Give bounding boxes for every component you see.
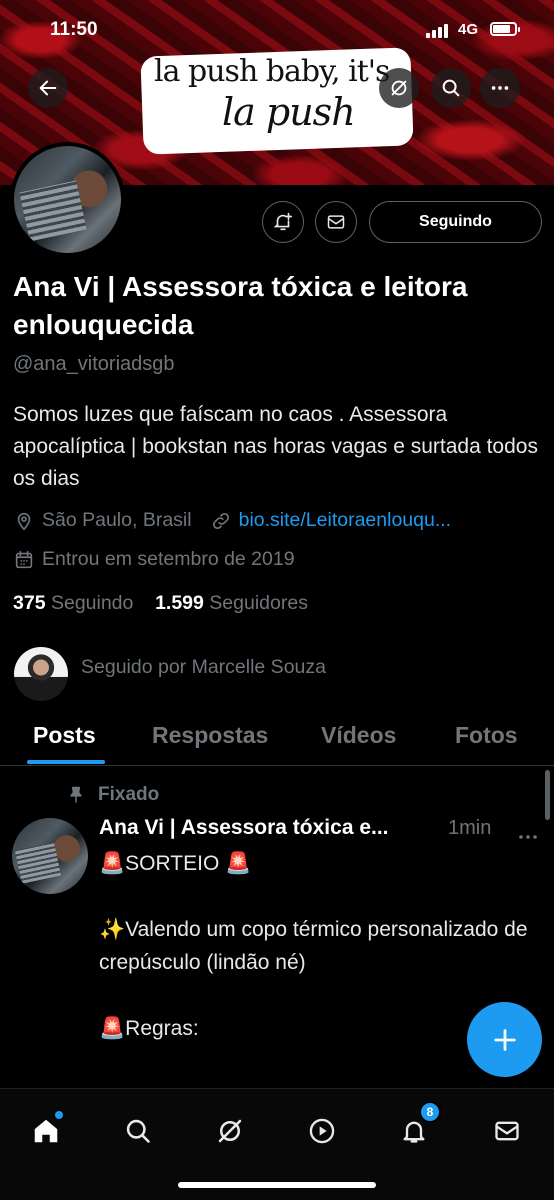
profile-joined: Entrou em setembro de 2019 bbox=[42, 548, 295, 570]
nav-explore[interactable] bbox=[116, 1109, 160, 1153]
following-label: Seguindo bbox=[50, 592, 134, 614]
post-more-button[interactable] bbox=[518, 828, 538, 846]
followers-count-link[interactable]: 1.599 Seguidores bbox=[155, 592, 308, 614]
mail-icon bbox=[327, 215, 345, 229]
banner-text-line2: la push bbox=[222, 90, 356, 134]
nav-grok[interactable] bbox=[208, 1109, 252, 1153]
grok-button[interactable] bbox=[379, 68, 419, 108]
pin-icon bbox=[70, 786, 82, 803]
post-time: 1min bbox=[448, 817, 492, 839]
profile-avatar[interactable] bbox=[10, 142, 125, 257]
message-button[interactable] bbox=[315, 201, 357, 243]
profile-meta-row: São Paulo, Brasil bio.site/Leitoraenlouq… bbox=[13, 509, 451, 532]
back-arrow-icon bbox=[39, 80, 57, 96]
status-time: 11:50 bbox=[50, 19, 98, 40]
active-tab-indicator bbox=[27, 760, 105, 764]
tab-videos[interactable]: Vídeos bbox=[321, 722, 396, 749]
home-unread-dot bbox=[55, 1111, 63, 1119]
link-icon bbox=[212, 512, 229, 529]
profile-bio: Somos luzes que faíscam no caos . Assess… bbox=[13, 403, 538, 490]
messages-icon bbox=[495, 1121, 519, 1141]
notifications-badge: 8 bbox=[419, 1101, 441, 1123]
explore-icon bbox=[126, 1119, 150, 1143]
profile-location: São Paulo, Brasil bbox=[42, 509, 192, 531]
nav-notifications[interactable]: 8 bbox=[392, 1101, 441, 1153]
tab-posts[interactable]: Posts bbox=[33, 722, 96, 749]
battery-level bbox=[493, 25, 510, 33]
home-icon bbox=[34, 1119, 58, 1143]
more-icon bbox=[519, 835, 537, 839]
tab-photos[interactable]: Fotos bbox=[455, 722, 518, 749]
followed-by-avatar[interactable] bbox=[14, 647, 68, 701]
pinned-text: Fixado bbox=[98, 784, 160, 805]
back-button[interactable] bbox=[28, 68, 68, 108]
tab-replies[interactable]: Respostas bbox=[152, 722, 268, 749]
notify-button[interactable] bbox=[262, 201, 304, 243]
pinned-label: Fixado bbox=[66, 784, 159, 806]
following-count: 375 bbox=[13, 592, 46, 614]
followers-count: 1.599 bbox=[155, 592, 204, 614]
profile-joined-row: Entrou em setembro de 2019 bbox=[13, 548, 295, 571]
calendar-icon bbox=[15, 550, 33, 568]
nav-video[interactable] bbox=[300, 1109, 344, 1153]
post-text: 🚨SORTEIO 🚨 ✨Valendo um copo térmico pers… bbox=[99, 852, 528, 1040]
followers-label: Seguidores bbox=[209, 592, 308, 614]
search-button[interactable] bbox=[431, 68, 471, 108]
nav-home[interactable] bbox=[24, 1109, 68, 1153]
following-button[interactable]: Seguindo bbox=[369, 201, 542, 243]
nav-messages[interactable] bbox=[485, 1109, 529, 1153]
plus-icon bbox=[493, 1028, 516, 1051]
battery-icon bbox=[490, 22, 520, 36]
post-author[interactable]: Ana Vi | Assessora tóxica e... bbox=[99, 816, 389, 840]
followed-by-text[interactable]: Seguido por Marcelle Souza bbox=[81, 656, 326, 679]
profile-website-link[interactable]: bio.site/Leitoraenlouqu... bbox=[239, 509, 451, 532]
home-indicator[interactable] bbox=[178, 1182, 376, 1188]
network-label: 4G bbox=[458, 21, 479, 38]
more-button[interactable] bbox=[480, 68, 520, 108]
status-bar: 11:50 4G bbox=[0, 0, 554, 60]
video-icon bbox=[309, 1118, 335, 1144]
post-avatar[interactable] bbox=[12, 818, 88, 894]
compose-button[interactable] bbox=[467, 1002, 542, 1077]
follow-counts: 375 Seguindo 1.599 Seguidores bbox=[13, 592, 308, 615]
following-count-link[interactable]: 375 Seguindo bbox=[13, 592, 133, 614]
grok-icon bbox=[391, 80, 407, 96]
signal-icon bbox=[426, 24, 450, 38]
location-icon bbox=[17, 512, 31, 530]
grok-icon bbox=[218, 1119, 242, 1143]
search-icon bbox=[442, 79, 460, 97]
scrollbar[interactable] bbox=[545, 770, 550, 820]
bell-plus-icon bbox=[273, 212, 293, 231]
profile-handle: @ana_vitoriadsgb bbox=[13, 353, 175, 375]
more-icon bbox=[491, 86, 509, 90]
profile-name: Ana Vi | Assessora tóxica e leitora enlo… bbox=[13, 271, 468, 340]
profile-tabs: Posts Respostas Vídeos Fotos bbox=[0, 712, 554, 766]
